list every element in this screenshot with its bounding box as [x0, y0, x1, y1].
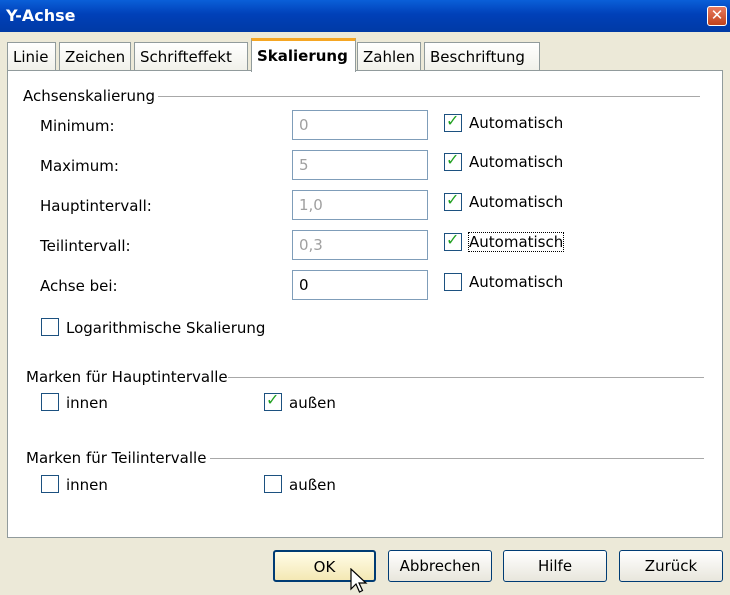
maximum-auto-label: Automatisch — [469, 153, 564, 171]
minor-interval-auto-label: Automatisch — [467, 232, 565, 252]
minor-interval-auto-checkbox[interactable]: ✓ — [444, 230, 462, 251]
axis-at-auto-checkbox[interactable] — [444, 273, 462, 291]
tab-label: Zeichen — [65, 48, 126, 66]
axis-at-label: Achse bei: — [40, 277, 118, 295]
logarithmic-label: Logarithmische Skalierung — [66, 319, 266, 337]
minor-inner-checkbox[interactable] — [41, 475, 59, 493]
axis-at-field[interactable]: 0 — [292, 270, 428, 300]
tab-panel-skalierung: Achsenskalierung Minimum: 0 ✓ Automatisc… — [7, 70, 723, 538]
tab-label: Linie — [13, 48, 49, 66]
tab-label: Beschriftung — [430, 48, 525, 66]
minor-interval-field[interactable]: 0,3 — [292, 230, 428, 260]
title-bar: Y-Achse ✕ — [0, 0, 730, 32]
window-title: Y-Achse — [6, 6, 76, 25]
axis-at-auto-label: Automatisch — [469, 273, 564, 291]
major-interval-auto-checkbox[interactable]: ✓ — [444, 190, 462, 211]
close-button[interactable]: ✕ — [707, 6, 727, 26]
logarithmic-checkbox[interactable] — [41, 318, 59, 336]
tab-schrifteffekt[interactable]: Schrifteffekt — [134, 42, 248, 70]
major-marks-title: Marken für Hauptintervalle — [26, 368, 228, 386]
tab-label: Zahlen — [363, 48, 415, 66]
minimum-label: Minimum: — [40, 117, 115, 135]
minimum-auto-label: Automatisch — [469, 114, 564, 132]
mouse-cursor-icon — [350, 568, 368, 593]
close-icon: ✕ — [710, 6, 724, 24]
major-inner-checkbox[interactable] — [41, 393, 59, 411]
tab-label: Skalierung — [257, 47, 348, 65]
check-icon: ✓ — [266, 390, 280, 409]
minor-marks-title: Marken für Teilintervalle — [26, 449, 207, 467]
tab-skalierung[interactable]: Skalierung — [251, 38, 356, 72]
maximum-label: Maximum: — [40, 157, 119, 175]
major-outer-checkbox[interactable]: ✓ — [264, 390, 282, 411]
tab-linie[interactable]: Linie — [7, 42, 56, 70]
tab-label: Schrifteffekt — [140, 48, 232, 66]
cancel-button[interactable]: Abbrechen — [388, 550, 492, 582]
minor-outer-label: außen — [289, 476, 336, 494]
minor-outer-checkbox[interactable] — [264, 475, 282, 493]
major-inner-label: innen — [66, 394, 108, 412]
check-icon: ✓ — [446, 230, 460, 249]
group-separator — [158, 96, 700, 97]
check-icon: ✓ — [446, 190, 460, 209]
group-separator — [210, 458, 704, 459]
tab-beschriftung[interactable]: Beschriftung — [424, 42, 540, 70]
back-button[interactable]: Zurück — [619, 550, 723, 582]
axis-scaling-title: Achsenskalierung — [23, 87, 155, 105]
group-separator — [228, 377, 704, 378]
major-outer-label: außen — [289, 394, 336, 412]
help-button[interactable]: Hilfe — [503, 550, 607, 582]
check-icon: ✓ — [446, 150, 460, 169]
check-icon: ✓ — [446, 111, 460, 130]
maximum-field[interactable]: 5 — [292, 150, 428, 180]
major-interval-label: Hauptintervall: — [40, 197, 152, 215]
minimum-field[interactable]: 0 — [292, 110, 428, 140]
major-interval-field[interactable]: 1,0 — [292, 190, 428, 220]
tab-zahlen[interactable]: Zahlen — [357, 42, 421, 70]
minimum-auto-checkbox[interactable]: ✓ — [444, 111, 462, 132]
major-interval-auto-label: Automatisch — [469, 193, 564, 211]
minor-inner-label: innen — [66, 476, 108, 494]
maximum-auto-checkbox[interactable]: ✓ — [444, 150, 462, 171]
tab-zeichen[interactable]: Zeichen — [59, 42, 131, 70]
minor-interval-label: Teilintervall: — [40, 237, 131, 255]
